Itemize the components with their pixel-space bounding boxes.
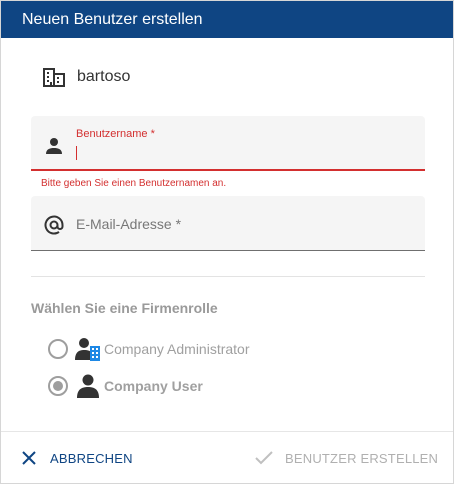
close-icon — [22, 451, 36, 465]
create-user-dialog: Neuen Benutzer erstellen bartoso Benutze… — [0, 0, 454, 484]
person-icon — [46, 138, 62, 154]
user-icon — [77, 374, 99, 398]
admin-user-icon — [75, 338, 100, 361]
username-label: Benutzername * — [76, 128, 155, 140]
username-error: Bitte geben Sie einen Benutzernamen an. — [41, 178, 227, 189]
at-icon — [44, 215, 64, 235]
role-option-user[interactable]: Company User — [48, 374, 203, 398]
role-option-admin[interactable]: Company Administrator — [48, 337, 250, 361]
email-field[interactable]: E-Mail-Adresse * — [31, 196, 425, 251]
section-divider — [31, 276, 425, 277]
create-user-label: BENUTZER ERSTELLEN — [285, 450, 439, 466]
check-icon — [255, 451, 273, 465]
create-user-button[interactable]: BENUTZER ERSTELLEN — [254, 447, 438, 469]
cancel-label: ABBRECHEN — [50, 450, 133, 466]
company-row: bartoso — [43, 67, 130, 87]
footer-divider — [1, 431, 453, 432]
role-label-user: Company User — [104, 378, 203, 394]
username-field[interactable]: Benutzername * — [31, 116, 425, 171]
building-icon — [43, 68, 65, 87]
radio-button-selected[interactable] — [48, 376, 68, 396]
role-heading: Wählen Sie eine Firmenrolle — [31, 300, 218, 316]
dialog-title: Neuen Benutzer erstellen — [1, 1, 453, 38]
email-placeholder: E-Mail-Adresse * — [76, 216, 182, 232]
radio-button[interactable] — [48, 339, 68, 359]
role-label-admin: Company Administrator — [104, 341, 250, 357]
company-name: bartoso — [77, 68, 131, 85]
text-caret — [76, 146, 77, 160]
cancel-button[interactable]: ABBRECHEN — [21, 447, 133, 469]
